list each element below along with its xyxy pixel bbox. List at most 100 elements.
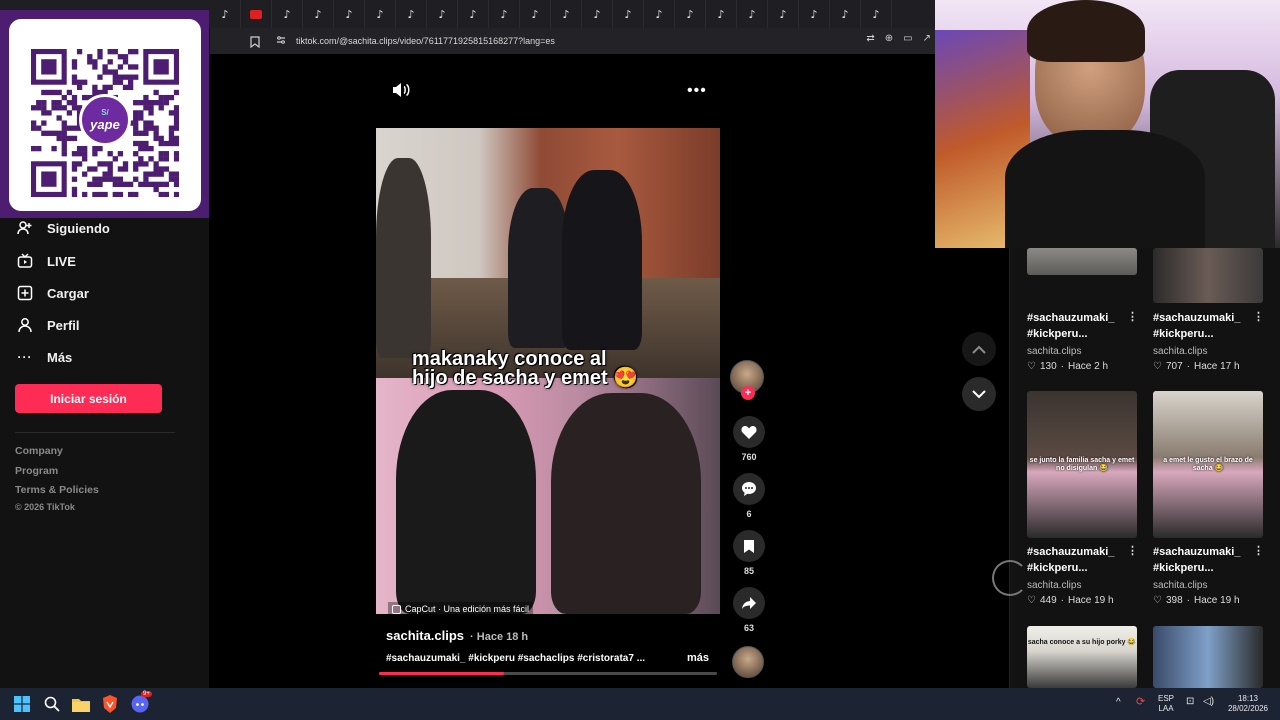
share-action[interactable]: 63 xyxy=(732,587,766,633)
qr-module xyxy=(173,151,179,157)
browser-tab[interactable]: ♪ xyxy=(396,0,427,28)
translate-icon[interactable]: ⇄ xyxy=(866,33,874,44)
zoom-icon[interactable]: ⊕ xyxy=(885,33,893,44)
card-author[interactable]: sachita.clips xyxy=(1153,346,1207,357)
video-thumbnail[interactable] xyxy=(1027,248,1137,275)
like-button[interactable] xyxy=(733,416,765,448)
tray-overflow-icon[interactable]: ^ xyxy=(1116,698,1121,708)
language-indicator[interactable]: ESP LAA xyxy=(1158,694,1174,714)
browser-tab[interactable]: ♪ xyxy=(861,0,892,28)
save-action[interactable]: 85 xyxy=(732,530,766,576)
video-player[interactable]: makanaky conoce al hijo de sacha y emet … xyxy=(376,128,720,614)
video-thumbnail[interactable] xyxy=(1153,248,1263,303)
card-author[interactable]: sachita.clips xyxy=(1027,580,1081,591)
previous-video-button[interactable] xyxy=(962,332,996,366)
browser-tab[interactable]: ♪ xyxy=(613,0,644,28)
card-title[interactable]: #sachauzumaki_ #kickperu... xyxy=(1027,544,1127,576)
qr-module xyxy=(138,110,144,116)
browser-tab[interactable]: ♪ xyxy=(644,0,675,28)
share-icon[interactable]: ↗ xyxy=(923,33,931,44)
search-icon[interactable] xyxy=(42,694,62,714)
browser-tab[interactable]: ♪ xyxy=(303,0,334,28)
video-thumbnail[interactable]: a emet le gusto el brazo de sacha 😂 xyxy=(1153,391,1263,538)
more-options-icon[interactable]: ••• xyxy=(687,82,707,100)
footer-link-company[interactable]: Company xyxy=(15,445,63,457)
next-video-button[interactable] xyxy=(962,377,996,411)
login-button[interactable]: Iniciar sesión xyxy=(15,384,162,413)
sidebar-item-live[interactable]: LIVE xyxy=(17,249,76,273)
browser-tab[interactable]: ♪ xyxy=(272,0,303,28)
qr-module xyxy=(41,130,47,136)
browser-tab[interactable]: ♪ xyxy=(582,0,613,28)
url-field[interactable]: tiktok.com/@sachita.clips/video/76117719… xyxy=(270,31,930,51)
footer-link-program[interactable]: Program xyxy=(15,465,58,477)
browser-tab[interactable]: ♪ xyxy=(830,0,861,28)
card-menu-button[interactable]: ⋮ xyxy=(1253,544,1264,557)
browser-tab[interactable]: ♪ xyxy=(458,0,489,28)
qr-module xyxy=(66,110,73,116)
video-thumbnail[interactable]: se junto la familia sacha y emet no disi… xyxy=(1027,391,1137,538)
card-menu-button[interactable]: ⋮ xyxy=(1127,544,1138,557)
share-button[interactable] xyxy=(733,587,765,619)
qr-module xyxy=(158,105,164,111)
browser-tab[interactable]: ♪ xyxy=(675,0,706,28)
save-button[interactable] xyxy=(733,530,765,562)
sidebar-item-perfil[interactable]: Perfil xyxy=(17,313,80,337)
card-menu-button[interactable]: ⋮ xyxy=(1127,310,1138,323)
qr-module xyxy=(97,74,103,80)
browser-tab[interactable]: ♪ xyxy=(706,0,737,28)
video-thumbnail[interactable] xyxy=(1153,626,1263,688)
browser-tab[interactable]: ♪ xyxy=(799,0,830,28)
browser-tab[interactable]: ♪ xyxy=(737,0,768,28)
browser-tab[interactable] xyxy=(241,0,272,28)
browser-tab[interactable]: ♪ xyxy=(520,0,551,28)
volume-tray-icon[interactable]: ◁) xyxy=(1203,697,1214,707)
browser-tab[interactable]: ♪ xyxy=(334,0,365,28)
volume-icon[interactable] xyxy=(392,82,410,103)
card-likes: 130 xyxy=(1039,361,1057,372)
brave-browser-icon[interactable] xyxy=(100,694,120,714)
start-menu-icon[interactable] xyxy=(12,694,32,714)
browser-tab[interactable]: ♪ xyxy=(427,0,458,28)
capcut-tag[interactable]: CapCut · Una edición más fácil xyxy=(388,602,534,614)
qr-module xyxy=(51,145,57,152)
card-title[interactable]: #sachauzumaki_ #kickperu... xyxy=(1027,310,1127,342)
bookmark-icon[interactable] xyxy=(250,35,260,53)
tray-app-icon[interactable]: ⟳ xyxy=(1136,697,1145,708)
card-author[interactable]: sachita.clips xyxy=(1027,346,1081,357)
clock[interactable]: 18:13 28/02/2026 xyxy=(1226,694,1270,714)
site-info-icon[interactable] xyxy=(276,32,286,50)
discord-icon[interactable]: 9+ xyxy=(130,691,152,714)
sidebar-item-siguiendo[interactable]: Siguiendo xyxy=(17,216,110,240)
card-title[interactable]: #sachauzumaki_ #kickperu... xyxy=(1153,310,1253,342)
card-author[interactable]: sachita.clips xyxy=(1153,580,1207,591)
browser-tab[interactable]: ♪ xyxy=(768,0,799,28)
browser-tab[interactable]: ♪ xyxy=(210,0,241,28)
browser-tab[interactable]: ♪ xyxy=(365,0,396,28)
browser-tab[interactable]: ♪ xyxy=(551,0,582,28)
footer-link-terms[interactable]: Terms & Policies xyxy=(15,484,99,496)
qr-module xyxy=(66,89,73,96)
sidebar-item-cargar[interactable]: Cargar xyxy=(17,281,89,305)
file-explorer-icon[interactable] xyxy=(71,694,91,714)
music-disc-avatar[interactable] xyxy=(732,646,764,678)
video-figure xyxy=(562,170,642,350)
video-thumbnail[interactable]: sacha conoce a su hijo porky 😂 xyxy=(1027,626,1137,688)
progress-bar[interactable] xyxy=(379,672,717,675)
browser-tab[interactable]: ♪ xyxy=(489,0,520,28)
card-menu-button[interactable]: ⋮ xyxy=(1253,310,1264,323)
reader-mode-icon[interactable]: ▭ xyxy=(903,33,912,44)
author-name[interactable]: sachita.clips xyxy=(386,628,464,643)
comment-button[interactable] xyxy=(733,473,765,505)
qr-module xyxy=(102,161,108,167)
network-icon[interactable]: ⊡ xyxy=(1186,697,1194,707)
qr-module xyxy=(133,49,139,55)
qr-module xyxy=(143,140,149,147)
qr-module xyxy=(168,110,175,116)
sidebar-item-mas[interactable]: ··· Más xyxy=(17,345,73,369)
like-action[interactable]: 760 xyxy=(732,416,766,462)
card-title[interactable]: #sachauzumaki_ #kickperu... xyxy=(1153,544,1253,576)
follow-button[interactable]: + xyxy=(741,386,755,400)
more-link[interactable]: más xyxy=(687,652,709,664)
comment-action[interactable]: 6 xyxy=(732,473,766,519)
